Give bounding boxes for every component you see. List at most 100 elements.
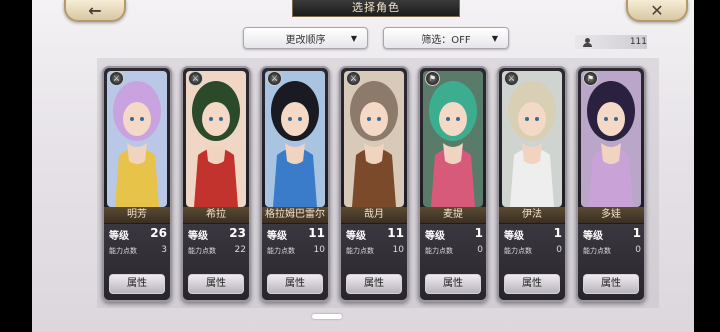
level-label: 等级 — [346, 231, 366, 242]
attribute-button[interactable]: 属性 — [188, 274, 244, 294]
filter-dropdown[interactable]: 筛选：OFF ▼ — [383, 27, 509, 49]
sort-dropdown[interactable]: 更改顺序 ▼ — [243, 27, 368, 49]
points-row: 能力点数 22 — [188, 245, 246, 256]
level-row: 等级 23 — [188, 226, 246, 242]
points-label: 能力点数 — [583, 247, 611, 255]
filter-label: 筛选：OFF — [421, 34, 471, 46]
person-icon — [583, 37, 592, 47]
level-label: 等级 — [188, 231, 208, 242]
class-emblem-icon: ⚔ — [188, 71, 203, 86]
points-value: 0 — [477, 245, 483, 255]
close-button[interactable]: ✕ — [626, 0, 688, 22]
points-row: 能力点数 10 — [346, 245, 404, 256]
character-portrait: ⚔ — [186, 71, 246, 207]
class-emblem-icon: ⚑ — [583, 71, 598, 86]
character-name: 麦提 — [420, 207, 486, 223]
character-card[interactable]: ⚔ 格拉姆巴雷尔 等级 11 能力点数 10 属性 — [260, 66, 330, 302]
points-value: 3 — [161, 245, 167, 255]
character-portrait: ⚔ — [502, 71, 562, 207]
character-name: 多娃 — [578, 207, 644, 223]
attribute-button[interactable]: 属性 — [425, 274, 481, 294]
points-value: 10 — [313, 245, 325, 255]
level-value: 1 — [474, 226, 483, 240]
right-bezel — [694, 0, 720, 332]
points-row: 能力点数 0 — [583, 245, 641, 256]
stat-area: 等级 11 能力点数 10 属性 — [341, 224, 407, 300]
level-label: 等级 — [583, 231, 603, 242]
points-value: 22 — [234, 245, 246, 255]
character-name: 希拉 — [183, 207, 249, 223]
attribute-button[interactable]: 属性 — [109, 274, 165, 294]
character-card[interactable]: ⚔ 明芳 等级 26 能力点数 3 属性 — [102, 66, 172, 302]
points-label: 能力点数 — [188, 247, 216, 255]
stat-area: 等级 11 能力点数 10 属性 — [262, 224, 328, 300]
back-button[interactable]: ← — [64, 0, 126, 22]
points-row: 能力点数 0 — [425, 245, 483, 256]
class-emblem-icon: ⚔ — [504, 71, 519, 86]
class-emblem-icon: ⚔ — [109, 71, 124, 86]
class-emblem-icon: ⚑ — [425, 71, 440, 86]
level-row: 等级 11 — [346, 226, 404, 242]
stat-area: 等级 1 能力点数 0 属性 — [420, 224, 486, 300]
level-row: 等级 1 — [583, 226, 641, 242]
character-name: 格拉姆巴雷尔 — [262, 207, 328, 223]
class-emblem-icon: ⚔ — [346, 71, 361, 86]
points-label: 能力点数 — [267, 247, 295, 255]
character-card[interactable]: ⚔ 伊法 等级 1 能力点数 0 属性 — [497, 66, 567, 302]
level-label: 等级 — [109, 231, 129, 242]
character-card[interactable]: ⚑ 麦提 等级 1 能力点数 0 属性 — [418, 66, 488, 302]
stat-area: 等级 1 能力点数 0 属性 — [499, 224, 565, 300]
level-row: 等级 26 — [109, 226, 167, 242]
points-value: 10 — [392, 245, 404, 255]
attribute-button[interactable]: 属性 — [504, 274, 560, 294]
level-value: 23 — [229, 226, 246, 240]
points-label: 能力点数 — [504, 247, 532, 255]
count-value: 111 — [629, 37, 647, 47]
level-row: 等级 11 — [267, 226, 325, 242]
points-label: 能力点数 — [346, 247, 374, 255]
stat-area: 等级 26 能力点数 3 属性 — [104, 224, 170, 300]
points-row: 能力点数 3 — [109, 245, 167, 256]
left-bezel — [0, 0, 32, 332]
attribute-button[interactable]: 属性 — [583, 274, 639, 294]
scroll-indicator[interactable] — [312, 314, 342, 319]
stat-area: 等级 23 能力点数 22 属性 — [183, 224, 249, 300]
character-portrait: ⚑ — [423, 71, 483, 207]
arrow-left-icon: ← — [88, 0, 102, 20]
character-name: 哉月 — [341, 207, 407, 223]
character-portrait: ⚔ — [344, 71, 404, 207]
chevron-down-icon: ▼ — [491, 34, 498, 43]
level-label: 等级 — [267, 231, 287, 242]
character-name: 明芳 — [104, 207, 170, 223]
level-value: 1 — [553, 226, 562, 240]
points-row: 能力点数 0 — [504, 245, 562, 256]
character-portrait: ⚔ — [107, 71, 167, 207]
character-portrait: ⚑ — [581, 71, 641, 207]
points-label: 能力点数 — [425, 247, 453, 255]
points-value: 0 — [635, 245, 641, 255]
class-emblem-icon: ⚔ — [267, 71, 282, 86]
sort-label: 更改顺序 — [285, 34, 326, 46]
character-portrait: ⚔ — [265, 71, 325, 207]
attribute-button[interactable]: 属性 — [346, 274, 402, 294]
character-card[interactable]: ⚔ 希拉 等级 23 能力点数 22 属性 — [181, 66, 251, 302]
chevron-down-icon: ▼ — [350, 34, 357, 43]
level-row: 等级 1 — [425, 226, 483, 242]
stat-area: 等级 1 能力点数 0 属性 — [578, 224, 644, 300]
page-title: 选择角色 — [292, 0, 460, 17]
character-card[interactable]: ⚑ 多娃 等级 1 能力点数 0 属性 — [576, 66, 646, 302]
level-value: 11 — [308, 226, 325, 240]
level-row: 等级 1 — [504, 226, 562, 242]
level-label: 等级 — [504, 231, 524, 242]
level-label: 等级 — [425, 231, 445, 242]
character-count: 111 — [575, 35, 647, 49]
level-value: 11 — [387, 226, 404, 240]
level-value: 1 — [632, 226, 641, 240]
points-row: 能力点数 10 — [267, 245, 325, 256]
character-name: 伊法 — [499, 207, 565, 223]
points-value: 0 — [556, 245, 562, 255]
attribute-button[interactable]: 属性 — [267, 274, 323, 294]
points-label: 能力点数 — [109, 247, 137, 255]
level-value: 26 — [150, 226, 167, 240]
character-card[interactable]: ⚔ 哉月 等级 11 能力点数 10 属性 — [339, 66, 409, 302]
